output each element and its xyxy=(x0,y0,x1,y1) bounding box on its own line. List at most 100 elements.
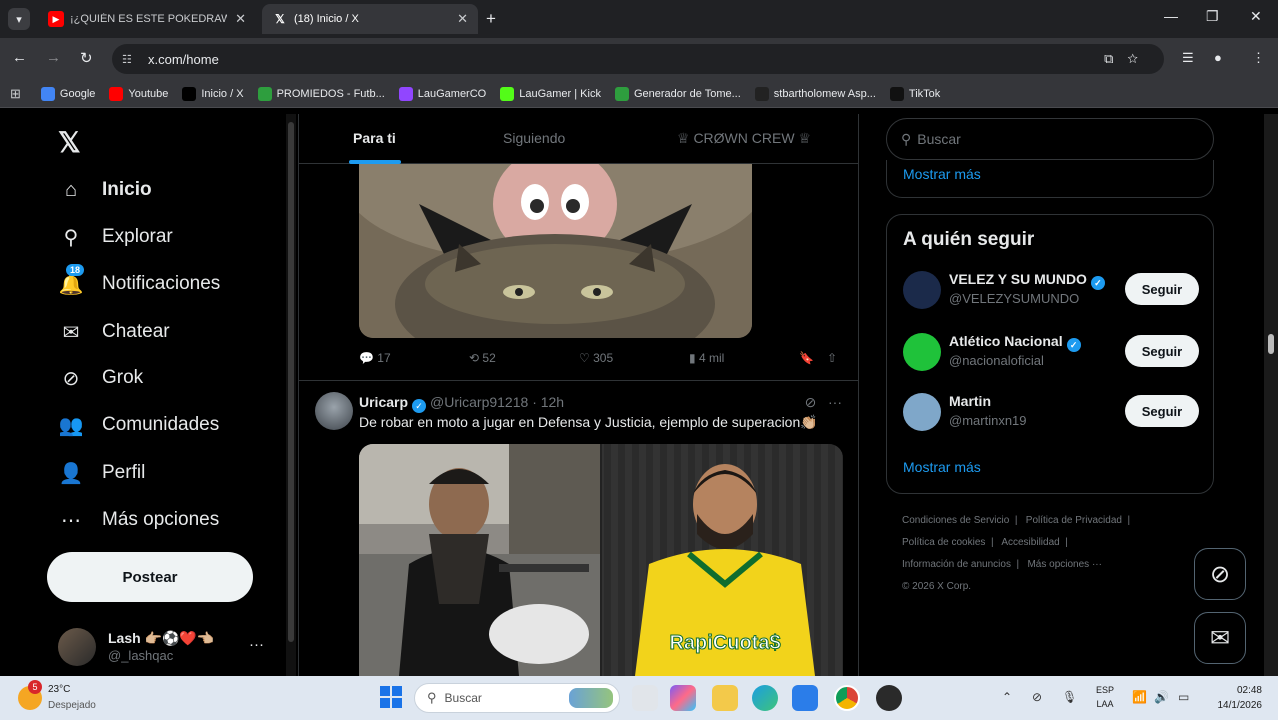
follow-button[interactable]: Seguir xyxy=(1125,273,1199,305)
nav-item-grok[interactable]: ⊘ Grok xyxy=(58,358,144,398)
file-explorer-icon[interactable] xyxy=(712,685,738,711)
x-logo-icon[interactable]: 𝕏 xyxy=(58,126,81,159)
restore-icon[interactable]: ❐ xyxy=(1206,8,1219,25)
store-icon[interactable] xyxy=(792,685,818,711)
close-window-icon[interactable]: ✕ xyxy=(1250,8,1262,25)
avatar[interactable] xyxy=(903,393,941,431)
page-scrollbar[interactable] xyxy=(1264,114,1278,676)
reload-icon[interactable]: ↻ xyxy=(80,49,93,67)
bookmark-star-icon[interactable]: ☆ xyxy=(1127,51,1152,66)
bookmark-item[interactable]: stbartholomew Asp... xyxy=(754,86,876,101)
footer-link[interactable]: Condiciones de Servicio xyxy=(902,515,1009,526)
nav-item-más-opciones[interactable]: ⋯ Más opciones xyxy=(58,500,219,540)
repost-button[interactable]: ⟲ 52 xyxy=(469,351,496,365)
volume-icon[interactable]: 🔊 xyxy=(1154,690,1169,704)
follow-button[interactable]: Seguir xyxy=(1125,335,1199,367)
suggestion-handle[interactable]: @martinxn19 xyxy=(949,413,1027,428)
apps-grid-icon[interactable]: ⊞ xyxy=(10,86,21,102)
battery-icon[interactable]: ▭ xyxy=(1178,690,1189,704)
footer-link[interactable]: Política de Privacidad xyxy=(1026,515,1122,526)
more-dots-icon[interactable]: ··· xyxy=(828,394,842,410)
copilot-icon[interactable] xyxy=(670,685,696,711)
forward-icon[interactable]: → xyxy=(46,49,61,66)
tab-para-ti[interactable]: Para ti xyxy=(353,130,396,146)
bookmark-item[interactable]: TikTok xyxy=(889,86,940,101)
footer-link[interactable]: Política de cookies xyxy=(902,537,985,548)
sidebar-scrollbar[interactable] xyxy=(286,114,296,676)
close-tab-icon[interactable]: ✕ xyxy=(235,11,246,27)
nav-item-notificaciones[interactable]: 🔔 18 Notificaciones xyxy=(58,263,220,304)
nav-item-perfil[interactable]: 👤 Perfil xyxy=(58,453,146,493)
footer-link[interactable]: Accesibilidad xyxy=(1001,537,1059,548)
tweet-time[interactable]: · 12h xyxy=(532,394,564,410)
messages-fab-button[interactable]: ✉ xyxy=(1194,612,1246,664)
suggestion-handle[interactable]: @VELEZYSUMUNDO xyxy=(949,291,1079,306)
bookmark-item[interactable]: PROMIEDOS - Futb... xyxy=(257,86,385,101)
more-dots-icon[interactable]: ··· xyxy=(249,636,264,653)
show-more-link[interactable]: Mostrar más xyxy=(903,166,981,182)
nav-item-inicio[interactable]: ⌂ Inicio xyxy=(58,170,152,210)
footer-link[interactable]: Más opciones ··· xyxy=(1027,559,1101,570)
bookmark-item[interactable]: Youtube xyxy=(109,86,168,101)
follow-suggestion[interactable]: Atlético Nacional ✓ @nacionaloficial Seguir xyxy=(903,329,1199,373)
share-icon[interactable]: ⇧ xyxy=(827,351,837,365)
tray-app-icon[interactable]: ⊘ xyxy=(1032,690,1042,704)
browser-tab-x[interactable]: 𝕏 (18) Inicio / X ✕ xyxy=(262,4,478,34)
tweet-media-image[interactable] xyxy=(359,164,752,338)
avatar[interactable] xyxy=(903,271,941,309)
tab-search-button[interactable]: ▾ xyxy=(8,8,30,30)
account-switcher[interactable]: Lash 👉🏼⚽❤️👈🏼 @_lashqac ··· xyxy=(58,626,268,668)
nav-item-explorar[interactable]: ⚲ Explorar xyxy=(58,217,173,257)
tweet-media-images[interactable]: RapiCuota$ xyxy=(359,444,843,676)
follow-button[interactable]: Seguir xyxy=(1125,395,1199,427)
search-input[interactable] xyxy=(917,131,1178,147)
like-button[interactable]: ♡ 305 xyxy=(579,351,613,365)
reading-list-icon[interactable]: ☰ xyxy=(1182,50,1194,66)
avatar[interactable] xyxy=(903,333,941,371)
bookmark-item[interactable]: Google xyxy=(40,86,95,101)
suggestion-name[interactable]: VELEZ Y SU MUNDO ✓ xyxy=(949,271,1109,290)
bookmark-item[interactable]: Inicio / X xyxy=(182,86,244,101)
grok-fab-button[interactable]: ⊘ xyxy=(1194,548,1246,600)
author-handle[interactable]: @Uricarp91218 xyxy=(430,394,528,410)
tab-siguiendo[interactable]: Siguiendo xyxy=(503,130,565,146)
bookmark-icon[interactable]: 🔖 xyxy=(799,351,814,365)
bookmark-item[interactable]: LauGamer | Kick xyxy=(500,86,601,101)
start-button[interactable] xyxy=(380,686,402,708)
install-app-icon[interactable]: ⧉ xyxy=(1104,51,1127,66)
profile-avatar-icon[interactable]: ● xyxy=(1214,50,1222,65)
views-button[interactable]: ▮ 4 mil xyxy=(689,351,724,365)
app-icon[interactable] xyxy=(876,685,902,711)
new-tab-button[interactable]: + xyxy=(486,9,496,29)
task-view-icon[interactable] xyxy=(632,685,658,711)
address-bar[interactable]: ☷ x.com/home ⧉☆ xyxy=(112,44,1164,74)
suggestion-name[interactable]: Atlético Nacional ✓ xyxy=(949,333,1085,352)
nav-item-chatear[interactable]: ✉ Chatear xyxy=(58,312,170,352)
minimize-icon[interactable]: — xyxy=(1164,8,1178,24)
suggestion-handle[interactable]: @nacionaloficial xyxy=(949,353,1044,368)
chrome-menu-icon[interactable]: ⋮ xyxy=(1252,50,1265,66)
microphone-icon[interactable]: 🎙 xyxy=(1062,690,1077,704)
reply-button[interactable]: 💬 17 xyxy=(359,351,391,365)
footer-link[interactable]: Información de anuncios xyxy=(902,559,1011,570)
show-more-link[interactable]: Mostrar más xyxy=(903,459,981,475)
suggestion-name[interactable]: Martin xyxy=(949,393,991,409)
clock[interactable]: 02:48 14/1/2026 xyxy=(1210,683,1263,713)
chrome-icon[interactable] xyxy=(834,685,860,711)
avatar[interactable] xyxy=(315,392,353,430)
nav-item-comunidades[interactable]: 👥 Comunidades xyxy=(58,405,220,445)
tray-chevron-icon[interactable]: ⌃ xyxy=(1002,690,1012,704)
bookmark-item[interactable]: LauGamerCO xyxy=(398,86,486,101)
wifi-icon[interactable]: 📶 xyxy=(1132,690,1147,704)
taskbar-search[interactable]: ⚲ Buscar xyxy=(414,683,620,713)
back-icon[interactable]: ← xyxy=(12,49,27,66)
post-button[interactable]: Postear xyxy=(47,552,253,602)
browser-tab-youtube[interactable]: ▶ ¡¿QUIÉN ES ESTE POKEDRAWIT ✕ xyxy=(38,4,256,34)
search-box[interactable]: ⚲ xyxy=(886,118,1214,160)
site-info-icon[interactable]: ☷ xyxy=(122,53,140,66)
follow-suggestion[interactable]: Martin @martinxn19 Seguir xyxy=(903,389,1199,433)
close-tab-icon[interactable]: ✕ xyxy=(457,11,468,27)
edge-icon[interactable] xyxy=(752,685,778,711)
bookmark-item[interactable]: Generador de Tome... xyxy=(614,86,741,101)
tab-crown-crew[interactable]: ♕ CRØWN CREW ♕ xyxy=(677,130,811,147)
